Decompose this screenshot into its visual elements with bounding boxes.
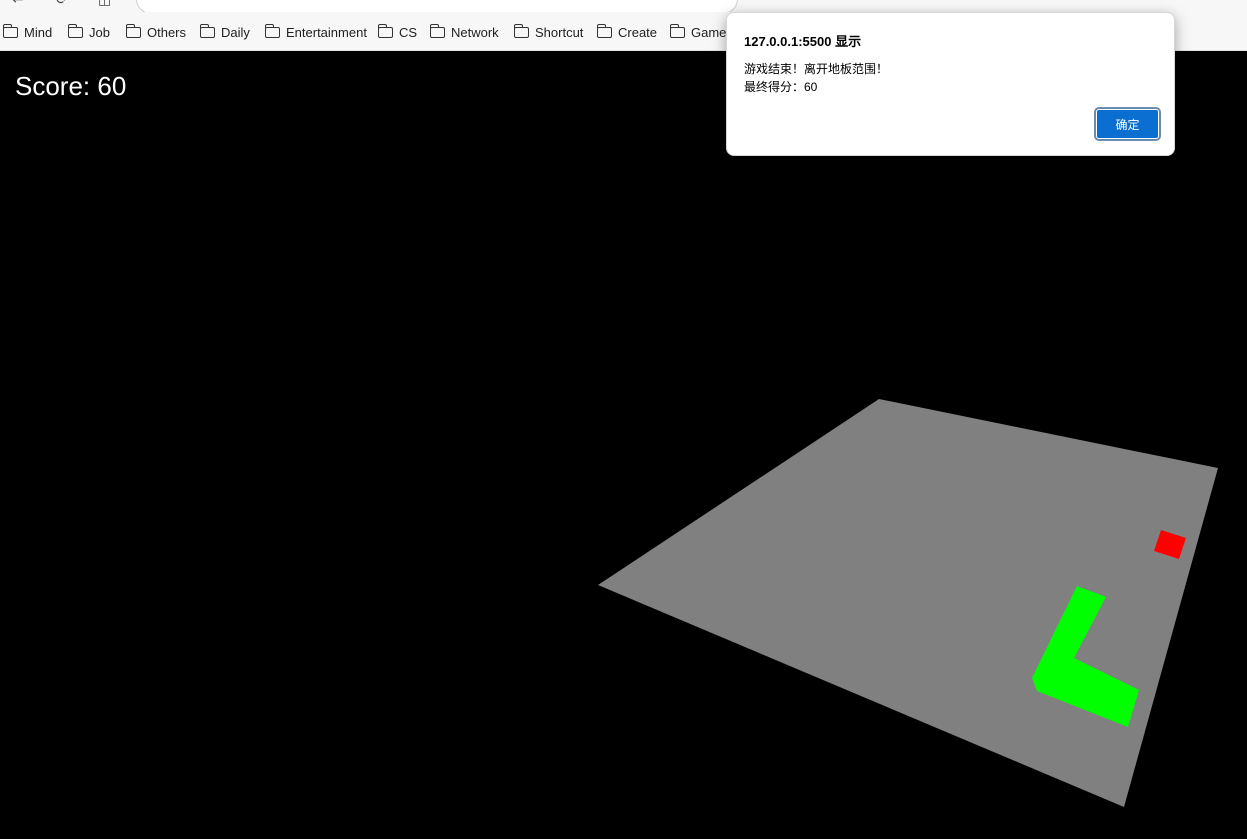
bookmark-label: Others [147,24,187,40]
address-bar[interactable] [136,0,738,12]
bookmark-network[interactable]: Network [429,23,499,41]
refresh-icon[interactable]: ⟳ [56,0,68,8]
alert-dialog: 127.0.0.1:5500 显示 游戏结束！离开地板范围！ 最终得分：60 确… [726,12,1175,156]
bookmark-entertainment[interactable]: Entertainment [264,23,367,41]
bookmark-label: Entertainment [286,24,367,40]
bookmark-cs[interactable]: CS [377,23,418,41]
bookmark-label: Shortcut [535,24,584,40]
bookmark-daily[interactable]: Daily [199,23,250,41]
bookmark-label: Game [691,24,727,40]
folder-icon [513,23,529,38]
folder-icon [429,23,445,38]
bookmark-mind[interactable]: Mind [2,23,53,41]
score-label: Score: 60 [15,71,127,101]
folder-icon [67,23,83,38]
bookmark-label: CS [399,24,418,40]
ok-button[interactable]: 确定 [1094,107,1161,141]
bookmark-label: Job [89,24,110,40]
browser-toolbar: ← ⟳ ◫ [0,0,1247,12]
game-floor [598,399,1218,807]
folder-icon [125,23,141,38]
folder-icon [596,23,612,38]
game-canvas[interactable]: Score: 60 [0,50,1247,839]
bookmark-label: Create [618,24,658,40]
bookmark-others[interactable]: Others [125,23,187,41]
bookmark-create[interactable]: Create [596,23,658,41]
folder-icon [264,23,280,38]
bookmark-job[interactable]: Job [67,23,110,41]
message-line-final-score: 最终得分：60 [744,80,818,94]
game-scene [598,399,1218,807]
folder-icon [377,23,393,38]
message-line-game-over: 游戏结束！离开地板范围！ [744,62,889,76]
folder-icon [669,23,685,38]
bookmark-game[interactable]: Game [669,23,727,41]
dialog-message: 游戏结束！离开地板范围！ 最终得分：60 [744,60,888,96]
bookmark-label: Mind [24,24,53,40]
split-view-icon[interactable]: ◫ [98,0,111,8]
folder-icon [2,23,18,38]
folder-icon [199,23,215,38]
back-icon[interactable]: ← [12,0,24,8]
bookmark-shortcut[interactable]: Shortcut [513,23,584,41]
bookmark-label: Daily [221,24,250,40]
bookmark-label: Network [451,24,499,40]
dialog-title: 127.0.0.1:5500 显示 [744,34,862,49]
